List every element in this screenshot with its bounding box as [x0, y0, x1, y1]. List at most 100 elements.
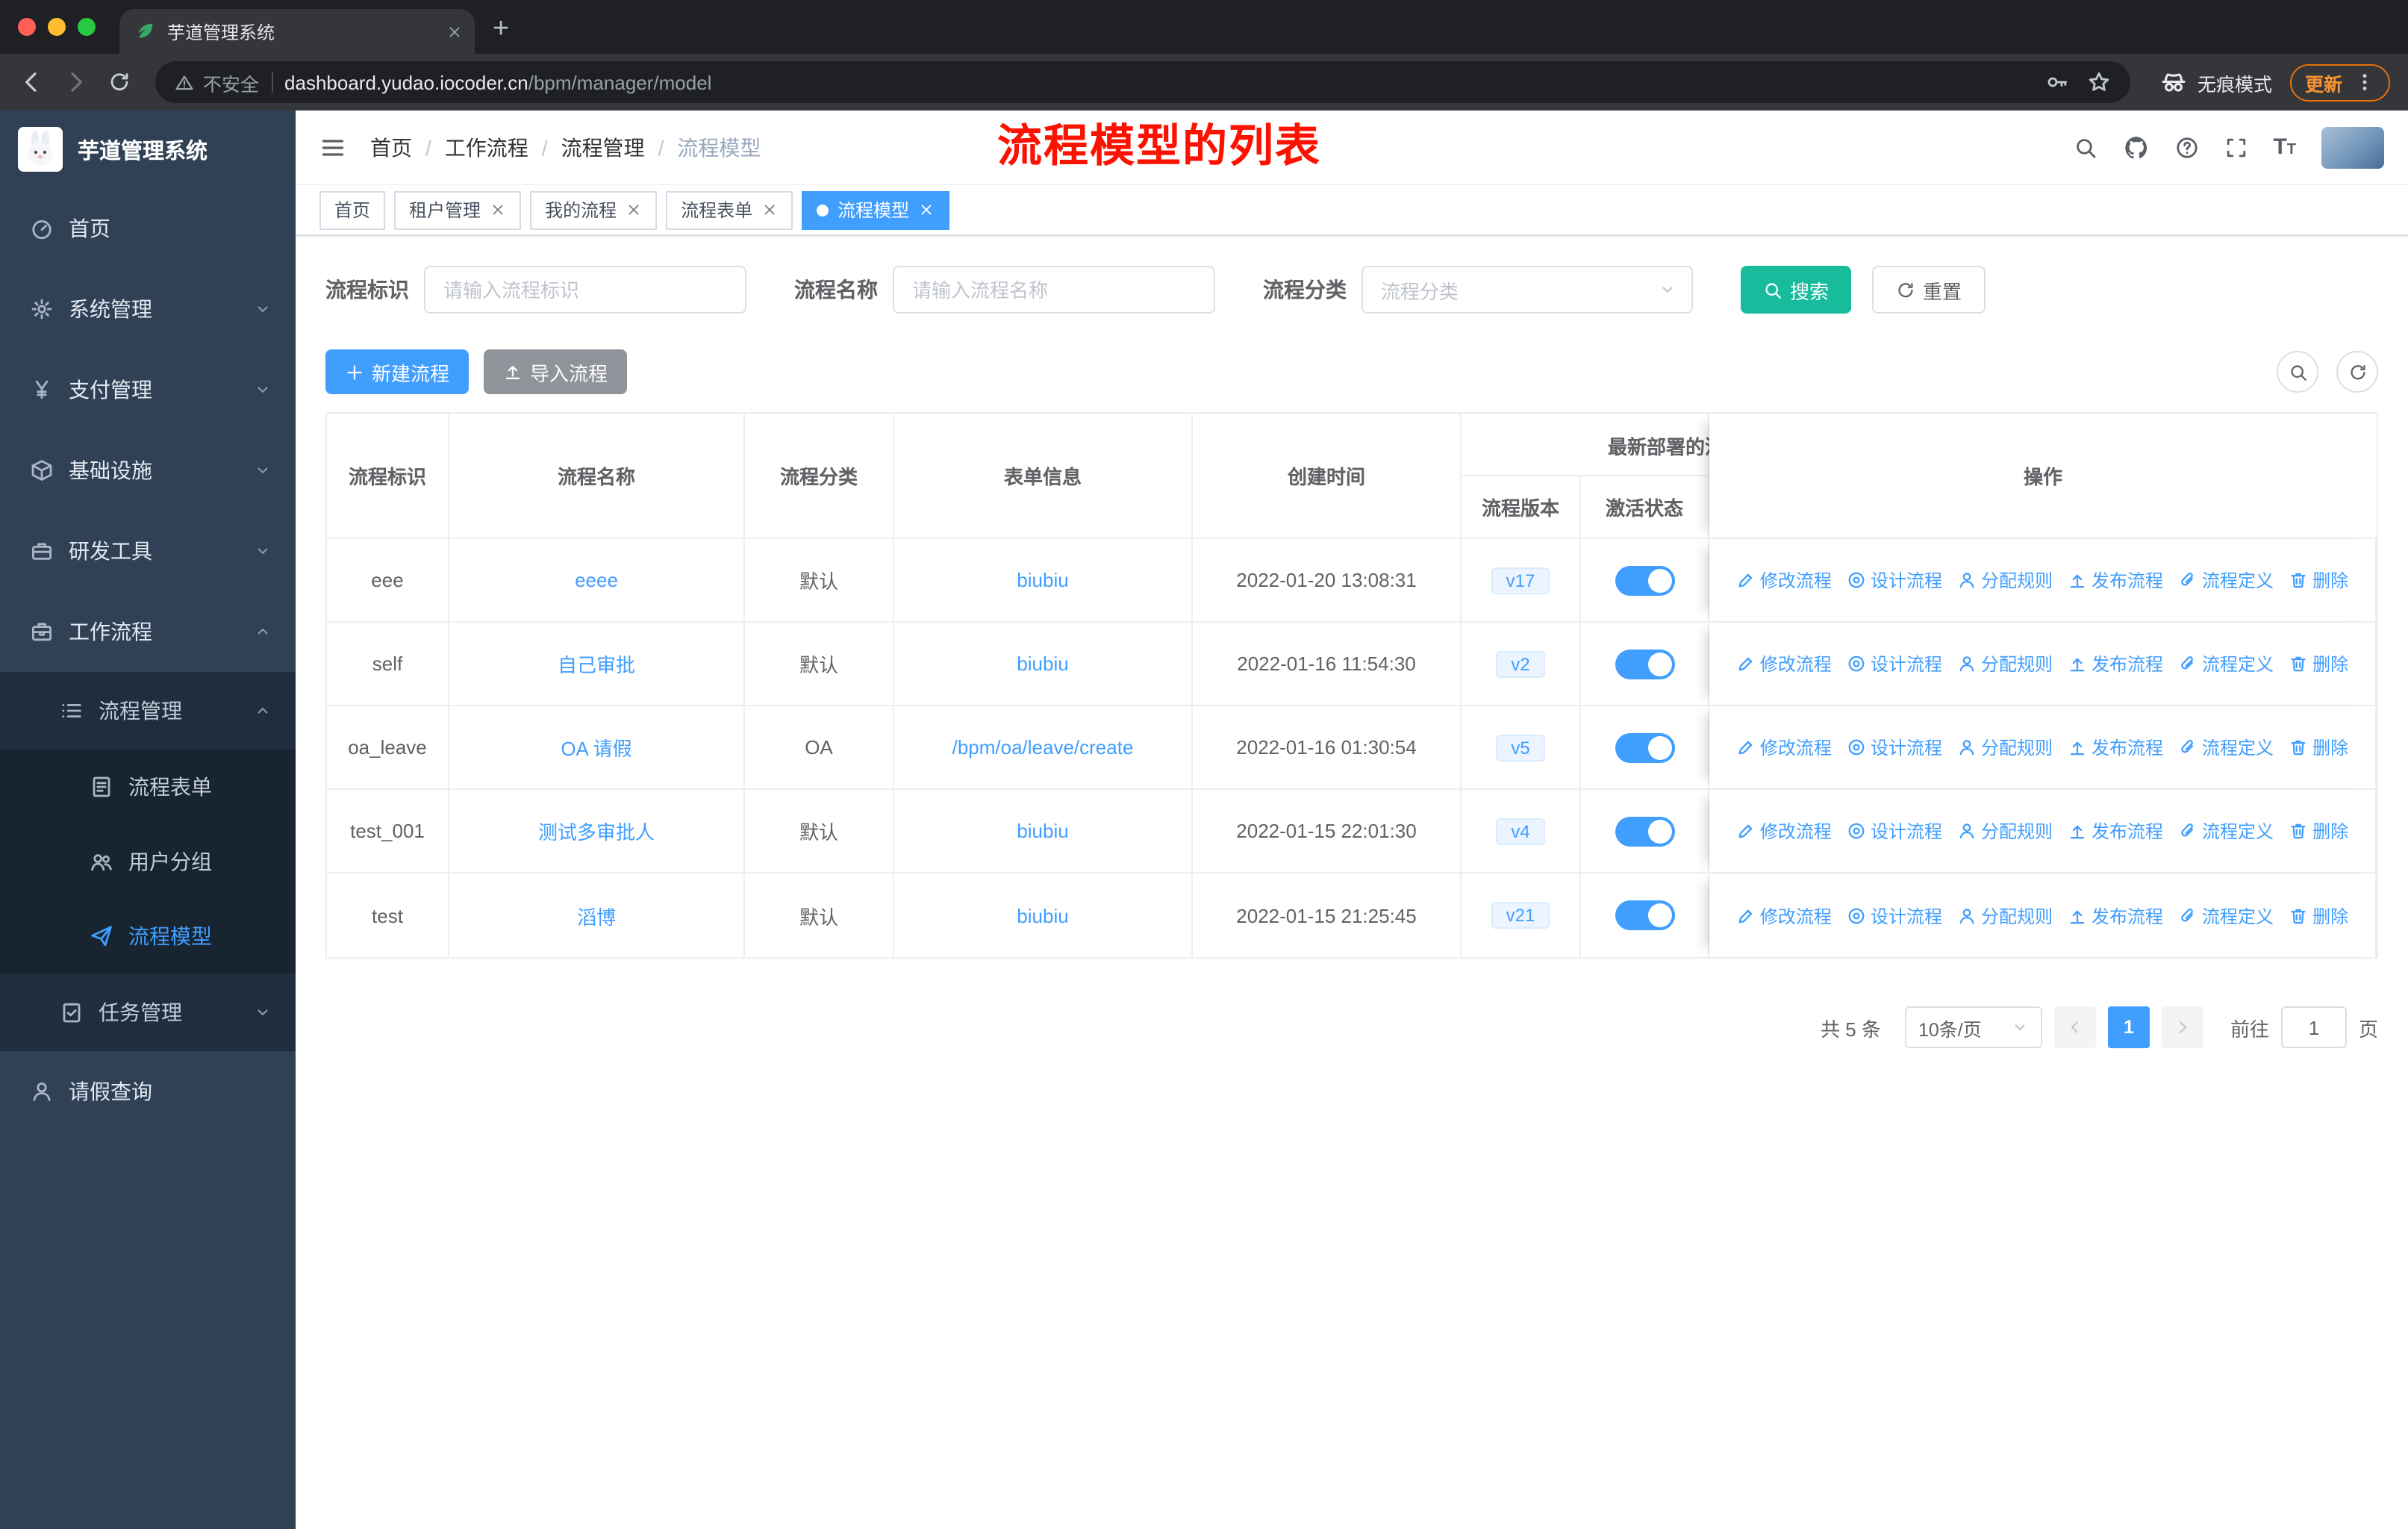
tag-home[interactable]: 首页	[319, 190, 386, 229]
action-modify[interactable]: 修改流程	[1736, 903, 1832, 928]
sidebar-collapse-button[interactable]	[319, 134, 346, 161]
close-icon[interactable]	[446, 23, 463, 40]
action-delete[interactable]: 删除	[2289, 567, 2348, 593]
breadcrumb-item-process-management[interactable]: 流程管理	[561, 132, 645, 162]
breadcrumb-item-workflow[interactable]: 工作流程	[445, 132, 528, 162]
active-toggle[interactable]	[1615, 565, 1674, 595]
process-name-link[interactable]: 自己审批	[558, 650, 635, 678]
action-assign[interactable]: 分配规则	[1957, 735, 2053, 760]
form-info-link[interactable]: /bpm/oa/leave/create	[952, 736, 1134, 759]
search-icon[interactable]	[2073, 135, 2097, 159]
action-assign[interactable]: 分配规则	[1957, 903, 2053, 928]
next-page-button[interactable]	[2161, 1006, 2203, 1048]
import-process-button[interactable]: 导入流程	[484, 349, 628, 394]
action-definition[interactable]: 流程定义	[2178, 567, 2274, 593]
close-icon[interactable]	[626, 202, 642, 218]
reload-icon[interactable]	[107, 70, 131, 94]
tag-process-model[interactable]: 流程模型	[802, 190, 950, 229]
active-toggle[interactable]	[1615, 649, 1674, 679]
create-process-button[interactable]: 新建流程	[325, 349, 470, 394]
action-assign[interactable]: 分配规则	[1957, 567, 2053, 593]
address-bar[interactable]: 不安全 dashboard.yudao.iocoder.cn/bpm/manag…	[155, 61, 2130, 103]
form-info-link[interactable]: biubiu	[1017, 569, 1068, 591]
action-design[interactable]: 设计流程	[1847, 818, 1942, 844]
action-modify[interactable]: 修改流程	[1736, 567, 1832, 593]
action-definition[interactable]: 流程定义	[2178, 651, 2274, 676]
key-icon[interactable]	[2045, 70, 2069, 94]
close-icon[interactable]	[918, 202, 935, 218]
sidebar-item-leave-query[interactable]: 请假查询	[0, 1051, 296, 1132]
form-info-link[interactable]: biubiu	[1017, 653, 1068, 675]
action-design[interactable]: 设计流程	[1847, 567, 1942, 593]
process-key-input[interactable]	[424, 266, 746, 314]
active-toggle[interactable]	[1615, 816, 1674, 846]
refresh-table-button[interactable]	[2336, 351, 2378, 393]
process-name-link[interactable]: OA 请假	[561, 733, 631, 762]
sidebar-item-task-management[interactable]: 任务管理	[0, 974, 296, 1051]
action-publish[interactable]: 发布流程	[2068, 735, 2163, 760]
sidebar-item-payment[interactable]: 支付管理	[0, 349, 296, 430]
process-name-link[interactable]: eeee	[575, 569, 618, 591]
process-name-link[interactable]: 测试多审批人	[538, 817, 655, 845]
star-icon[interactable]	[2087, 70, 2111, 94]
action-definition[interactable]: 流程定义	[2178, 818, 2274, 844]
sidebar-item-process-management[interactable]: 流程管理	[0, 672, 296, 750]
sidebar-item-infrastructure[interactable]: 基础设施	[0, 430, 296, 511]
action-modify[interactable]: 修改流程	[1736, 651, 1832, 676]
tag-process-form[interactable]: 流程表单	[666, 190, 793, 229]
browser-tab[interactable]: 芋道管理系统	[119, 9, 475, 54]
help-icon[interactable]	[2174, 135, 2198, 159]
sidebar-item-process-form[interactable]: 流程表单	[0, 750, 296, 824]
back-icon[interactable]	[18, 69, 45, 96]
action-delete[interactable]: 删除	[2289, 903, 2348, 928]
page-size-select[interactable]: 10条/页	[1904, 1006, 2042, 1048]
sidebar-item-home[interactable]: 首页	[0, 188, 296, 269]
sidebar-item-process-model[interactable]: 流程模型	[0, 899, 296, 974]
close-icon[interactable]	[761, 202, 778, 218]
process-category-select[interactable]: 流程分类	[1361, 266, 1693, 314]
form-info-link[interactable]: biubiu	[1017, 904, 1068, 927]
app-logo[interactable]: 芋道管理系统	[0, 110, 296, 188]
sidebar-item-devtools[interactable]: 研发工具	[0, 511, 296, 591]
action-modify[interactable]: 修改流程	[1736, 735, 1832, 760]
zoom-window-button[interactable]	[78, 18, 96, 36]
github-icon[interactable]	[2122, 134, 2149, 161]
reset-button[interactable]: 重置	[1872, 266, 1986, 314]
minimize-window-button[interactable]	[48, 18, 66, 36]
fullscreen-icon[interactable]	[2224, 135, 2248, 159]
close-window-button[interactable]	[18, 18, 36, 36]
action-publish[interactable]: 发布流程	[2068, 818, 2163, 844]
toggle-search-button[interactable]	[2277, 351, 2318, 393]
action-definition[interactable]: 流程定义	[2178, 903, 2274, 928]
goto-page-input[interactable]	[2280, 1006, 2347, 1048]
browser-menu-icon[interactable]	[2354, 72, 2375, 93]
action-definition[interactable]: 流程定义	[2178, 735, 2274, 760]
browser-update-button[interactable]: 更新	[2289, 63, 2390, 101]
sidebar-item-system[interactable]: 系统管理	[0, 269, 296, 349]
search-button[interactable]: 搜索	[1741, 266, 1852, 314]
action-delete[interactable]: 删除	[2289, 651, 2348, 676]
security-status[interactable]: 不安全	[175, 68, 259, 96]
forward-icon[interactable]	[63, 69, 90, 96]
action-publish[interactable]: 发布流程	[2068, 567, 2163, 593]
active-toggle[interactable]	[1615, 900, 1674, 930]
process-name-input[interactable]	[893, 266, 1215, 314]
active-toggle[interactable]	[1615, 732, 1674, 762]
action-delete[interactable]: 删除	[2289, 818, 2348, 844]
prev-page-button[interactable]	[2053, 1006, 2096, 1048]
sidebar-item-workflow[interactable]: 工作流程	[0, 591, 296, 672]
user-avatar[interactable]	[2321, 126, 2384, 168]
action-assign[interactable]: 分配规则	[1957, 651, 2053, 676]
action-assign[interactable]: 分配规则	[1957, 818, 2053, 844]
font-size-icon[interactable]: TT	[2273, 136, 2296, 158]
tag-tenant-management[interactable]: 租户管理	[394, 190, 522, 229]
sidebar-item-user-group[interactable]: 用户分组	[0, 824, 296, 899]
action-delete[interactable]: 删除	[2289, 735, 2348, 760]
page-number-button[interactable]: 1	[2107, 1006, 2150, 1048]
close-icon[interactable]	[490, 202, 506, 218]
action-publish[interactable]: 发布流程	[2068, 651, 2163, 676]
action-design[interactable]: 设计流程	[1847, 735, 1942, 760]
new-tab-button[interactable]: +	[493, 15, 509, 43]
action-design[interactable]: 设计流程	[1847, 651, 1942, 676]
breadcrumb-item-home[interactable]: 首页	[370, 132, 412, 162]
